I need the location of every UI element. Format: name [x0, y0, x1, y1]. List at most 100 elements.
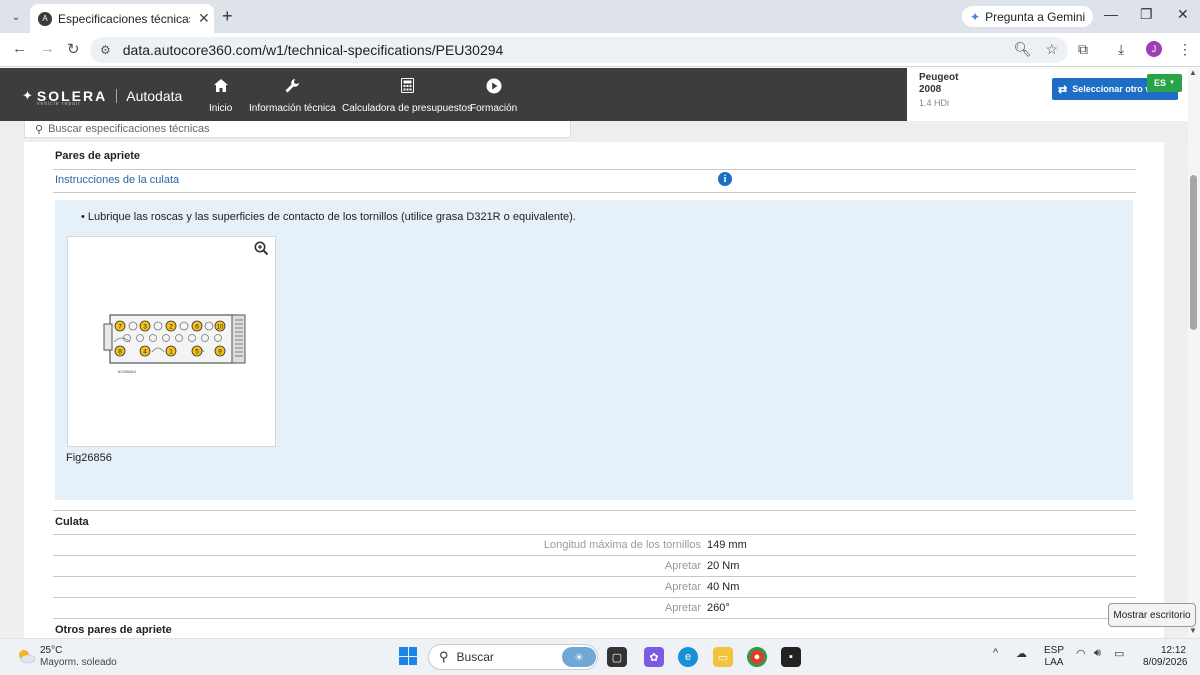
battery-icon[interactable]: ▭	[1114, 647, 1124, 660]
instruction-bullet: • Lubrique las roscas y las superficies …	[81, 211, 576, 223]
download-icon[interactable]: ⤓	[1118, 41, 1124, 58]
minimize-icon[interactable]: —	[1104, 6, 1118, 22]
taskbar-search-placeholder: Buscar	[456, 650, 494, 664]
lang-top: ESP	[1044, 645, 1065, 656]
new-tab-icon[interactable]: +	[222, 6, 233, 27]
scroll-up-arrow-icon[interactable]: ▲	[1189, 68, 1197, 77]
spec-label: Apretar	[664, 602, 701, 614]
divider	[53, 534, 1136, 535]
bolt-number: 10	[217, 325, 224, 331]
app-icon[interactable]: ▪	[781, 647, 801, 667]
spec-label: Apretar	[664, 560, 701, 572]
file-explorer-icon[interactable]: ▭	[713, 647, 733, 667]
address-bar-row: ← → ↻ ⚙ data.autocore360.com/w1/technica…	[0, 33, 1200, 67]
instructions-link[interactable]: Instrucciones de la culata	[55, 174, 179, 186]
zoom-lens-icon[interactable]: 🔍︎	[1014, 41, 1032, 57]
nav-informacion-tecnica[interactable]: Información técnica	[249, 78, 336, 114]
language-code: ES	[1154, 78, 1167, 88]
window-close-icon[interactable]: ✕	[1177, 6, 1189, 23]
vehicle-engine: 1.4 HDi	[919, 98, 950, 108]
home-icon	[213, 78, 229, 98]
bolt-number: 7	[118, 324, 122, 331]
nav-label: Formación	[470, 103, 518, 114]
play-icon	[486, 78, 502, 98]
zoom-in-icon[interactable]	[254, 241, 269, 259]
tab-search-chevron-icon[interactable]: ⌄	[6, 7, 26, 27]
section-title-pares: Pares de apriete	[55, 150, 140, 162]
figure-caption: Fig26856	[66, 452, 112, 464]
section-title-culata: Culata	[55, 516, 89, 528]
onedrive-icon[interactable]: ☁	[1016, 647, 1027, 660]
search-placeholder: Buscar especificaciones técnicas	[48, 123, 210, 135]
spec-value: 260°	[707, 602, 730, 614]
tab-strip: ⌄ A Especificaciones técnicas | Auto ✕ +…	[0, 0, 1200, 33]
nav-inicio[interactable]: Inicio	[209, 78, 232, 114]
spec-value: 40 Nm	[707, 581, 740, 593]
page-scrollbar[interactable]	[1188, 68, 1200, 638]
logo-divider	[116, 89, 118, 103]
chrome-icon[interactable]: ●	[747, 647, 767, 667]
spec-value: 149 mm	[707, 539, 747, 551]
weather-temperature[interactable]: 25°C	[40, 645, 62, 656]
bookmark-star-icon[interactable]: ☆	[1045, 41, 1058, 57]
scroll-down-arrow-icon[interactable]: ▼	[1189, 626, 1197, 635]
system-clock[interactable]: 12:12 8/09/2026	[1143, 645, 1188, 669]
restore-icon[interactable]: ❐	[1140, 6, 1153, 23]
back-arrow-icon[interactable]: ←	[12, 40, 27, 57]
omnibox[interactable]: ⚙ data.autocore360.com/w1/technical-spec…	[90, 37, 1068, 63]
vehicle-make: Peugeot	[919, 72, 959, 83]
bolt-number: 6	[195, 324, 199, 331]
solera-mark-icon: ✦	[22, 88, 33, 103]
language-selector[interactable]: ES ▼	[1147, 74, 1182, 92]
tab-title: Especificaciones técnicas | Auto	[58, 11, 190, 26]
browser-tab[interactable]: A Especificaciones técnicas | Auto ✕	[30, 4, 214, 33]
bolt-number: 1	[169, 349, 173, 356]
bolt-number: 9	[218, 349, 222, 356]
bolt-number: 8	[118, 349, 122, 356]
site-info-icon[interactable]: ⚙	[100, 43, 111, 57]
instruction-text: Lubrique las roscas y las superficies de…	[87, 211, 576, 223]
divider	[53, 555, 1136, 556]
scrollbar-thumb[interactable]	[1190, 175, 1197, 330]
gemini-button[interactable]: ✦ Pregunta a Gemini	[962, 6, 1094, 27]
profile-avatar[interactable]: J	[1146, 41, 1162, 57]
divider	[53, 510, 1136, 511]
spec-value: 20 Nm	[707, 560, 740, 572]
wifi-icon[interactable]: ◠	[1076, 647, 1086, 660]
input-language-indicator[interactable]: ESP LAA	[1044, 645, 1064, 669]
divider	[53, 169, 1136, 170]
partly-sunny-icon[interactable]	[16, 648, 36, 664]
edge-icon[interactable]: e	[678, 647, 698, 667]
nav-formacion[interactable]: Formación	[470, 78, 517, 114]
forward-arrow-icon[interactable]: →	[40, 40, 55, 57]
search-strip: ⚲ Buscar especificaciones técnicas	[0, 121, 1188, 142]
volume-icon[interactable]: 🔊︎	[1094, 647, 1101, 660]
weather-description[interactable]: Mayorm. soleado	[40, 657, 117, 668]
task-view-icon[interactable]: ▢	[607, 647, 627, 667]
kebab-menu-icon[interactable]: ⋮	[1178, 41, 1192, 58]
reload-icon[interactable]: ↻	[67, 40, 80, 58]
search-icon: ⚲	[35, 123, 44, 136]
copilot-icon[interactable]: ✿	[644, 647, 664, 667]
info-icon[interactable]: i	[718, 172, 732, 186]
logo-tagline: vehicle repair	[37, 101, 81, 107]
divider	[53, 192, 1136, 193]
caret-down-icon: ▼	[1169, 80, 1175, 86]
nav-label: Inicio	[209, 103, 233, 114]
divider	[53, 576, 1136, 577]
spec-search-input[interactable]: ⚲ Buscar especificaciones técnicas	[24, 121, 571, 138]
cylinder-head-diagram: 7 3 2 6 10 8 4 1 5 9 62265464	[103, 314, 246, 374]
url-text: data.autocore360.com/w1/technical-specif…	[122, 42, 504, 58]
tab-close-icon[interactable]: ✕	[198, 10, 210, 27]
bolt-number: 3	[143, 324, 147, 331]
divider	[53, 597, 1136, 598]
show-desktop-tooltip: Mostrar escritorio	[1108, 603, 1196, 627]
tray-overflow-chevron-icon[interactable]: ^	[993, 647, 998, 659]
clock-time: 12:12	[1160, 645, 1186, 656]
windows-start-icon[interactable]	[399, 647, 417, 665]
bolt-number: 2	[169, 324, 173, 331]
nav-calculadora[interactable]: Calculadora de presupuestos	[342, 78, 472, 114]
search-highlight-icon[interactable]: ☀	[562, 647, 596, 667]
extensions-icon[interactable]: ⧉	[1078, 41, 1088, 58]
nav-label: Información técnica	[249, 103, 336, 114]
